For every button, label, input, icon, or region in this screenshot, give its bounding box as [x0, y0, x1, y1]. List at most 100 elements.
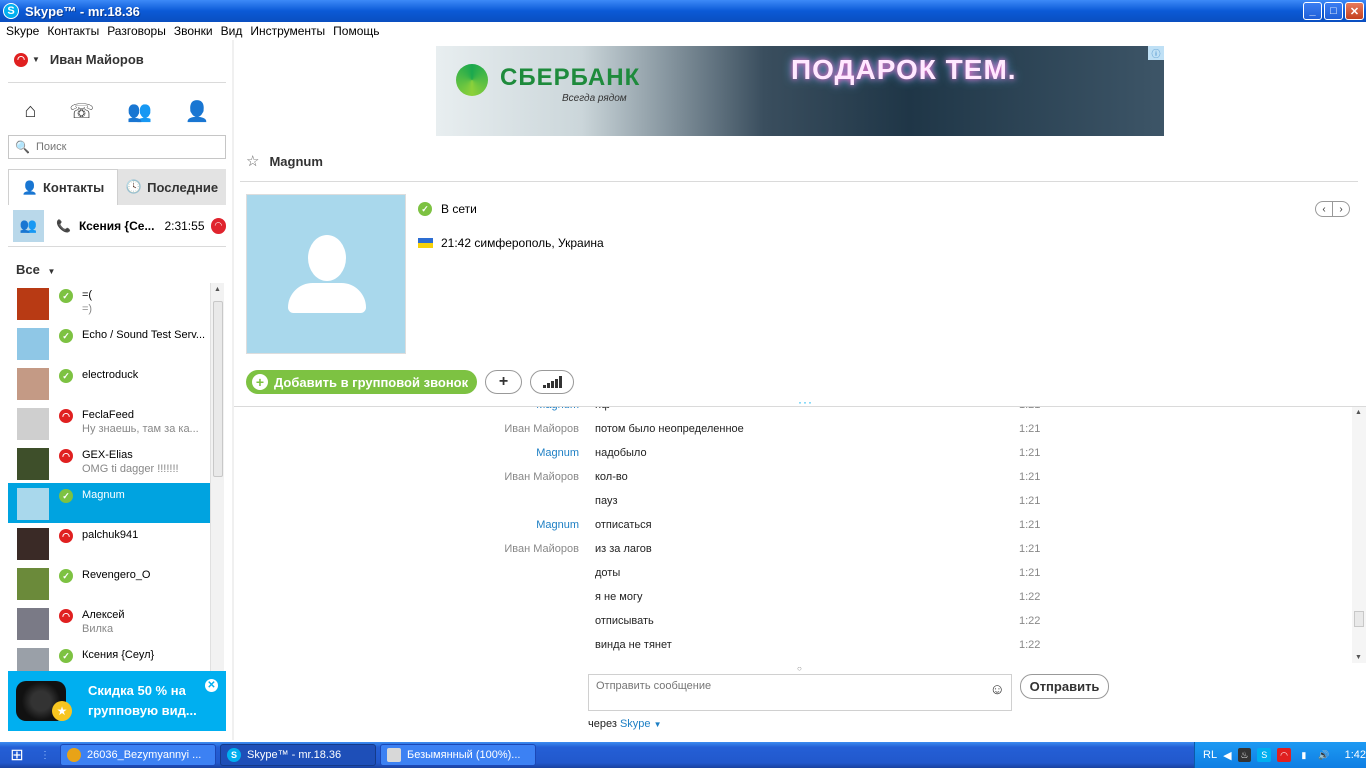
contact-tabs: 👤 Контакты 🕓 Последние	[8, 169, 226, 205]
contact-name: Magnum	[82, 489, 125, 501]
message-sender[interactable]: Иван Майоров	[504, 423, 579, 435]
status-caret-icon[interactable]: ▼	[32, 55, 40, 64]
online-status-icon: ✓	[59, 569, 73, 583]
taskbar-item-paint[interactable]: Безымянный (100%)...	[380, 744, 536, 766]
message-sender[interactable]: Иван Майоров	[504, 543, 579, 555]
add-button[interactable]: +	[485, 370, 522, 394]
menu-help[interactable]: Помощь	[329, 24, 383, 38]
contact-avatar	[246, 194, 406, 354]
message-sender[interactable]: Magnum	[536, 447, 579, 459]
promo-close-icon[interactable]: ✕	[205, 679, 218, 692]
message-scrollbar[interactable]: ▲ ▼	[1352, 407, 1366, 663]
add-to-group-call-button[interactable]: + Добавить в групповой звонок	[246, 370, 477, 394]
divider	[240, 181, 1358, 182]
start-button[interactable]: ⊞	[0, 742, 34, 768]
search-input[interactable]	[35, 141, 216, 153]
emoticon-icon[interactable]: ☺	[990, 681, 1005, 698]
scrollbar-thumb[interactable]	[1354, 611, 1364, 627]
sound-device-icon[interactable]: ▮	[1297, 748, 1311, 762]
contact-list-item[interactable]: ✓ =(=)	[8, 283, 210, 323]
contact-list-item[interactable]: ◠ palchuk941	[8, 523, 210, 563]
scroll-up-icon[interactable]: ▲	[214, 286, 221, 293]
clock[interactable]: 1:42	[1345, 749, 1366, 761]
taskbar-item-chrome[interactable]: 26036_Bezymyannyi ...	[60, 744, 216, 766]
taskbar-item-label: Безымянный (100%)...	[407, 749, 521, 761]
active-call-row[interactable]: 👥 📞 Ксения {Се... 2:31:55 ◠	[8, 205, 226, 247]
send-via[interactable]: через Skype ▼	[588, 718, 662, 730]
message-composer[interactable]: ☺	[588, 674, 1012, 711]
search-box[interactable]: 🔍	[8, 135, 226, 159]
via-service[interactable]: Skype	[620, 718, 651, 730]
chevron-down-icon[interactable]: ▼	[654, 720, 662, 729]
message-sender[interactable]: Magnum	[536, 407, 579, 411]
clock-icon: 🕓	[125, 179, 143, 194]
tray-arrow-icon[interactable]: ◀	[1223, 749, 1231, 762]
chevron-right-icon[interactable]: ›	[1333, 202, 1349, 216]
phone-icon[interactable]: ☏	[69, 99, 94, 124]
message-row: отписывать 1:22	[234, 615, 1352, 639]
scroll-up-icon[interactable]: ▲	[1355, 409, 1362, 416]
status-offline-icon[interactable]: ◠	[14, 52, 28, 67]
call-quality-button[interactable]	[530, 370, 574, 394]
contact-list-item[interactable]: ✓ electroduck	[8, 363, 210, 403]
add-contact-icon[interactable]: 👤	[185, 99, 210, 124]
menu-view[interactable]: Вид	[217, 24, 247, 38]
favorite-star-icon[interactable]: ☆	[246, 152, 259, 170]
contact-list-item[interactable]: ◠ Алексей Вилка	[8, 603, 210, 643]
contact-list-item[interactable]: ✓ Revengero_O	[8, 563, 210, 603]
menu-tools[interactable]: Инструменты	[246, 24, 329, 38]
message-sender[interactable]: Magnum	[536, 519, 579, 531]
contact-mood: Ну знаешь, там за ка...	[82, 423, 199, 435]
quicklaunch-grip-icon: ⋮	[40, 749, 50, 761]
steam-icon[interactable]: ♨	[1237, 748, 1252, 762]
chrome-icon	[67, 748, 81, 762]
hangup-icon[interactable]: ◠	[210, 217, 226, 234]
minimize-button[interactable]: _	[1303, 2, 1322, 20]
promo-banner[interactable]: ★ Скидка 50 % на групповую вид... ✕	[8, 671, 226, 731]
star-icon: ★	[52, 701, 72, 721]
close-button[interactable]: ✕	[1345, 2, 1364, 20]
maximize-button[interactable]: □	[1324, 2, 1343, 20]
user-name[interactable]: Иван Майоров	[50, 52, 144, 67]
contact-list-item[interactable]: ✓ Magnum	[8, 483, 210, 523]
message-sender[interactable]: Иван Майоров	[504, 471, 579, 483]
language-indicator[interactable]: RL	[1203, 749, 1217, 761]
contact-list-item[interactable]: ✓ Echo / Sound Test Serv...	[8, 323, 210, 363]
message-row: Magnum нф 1:21	[234, 407, 1352, 423]
home-icon[interactable]: ⌂	[24, 100, 36, 123]
menu-conversations[interactable]: Разговоры	[103, 24, 170, 38]
contacts-filter[interactable]: Все ▼	[16, 262, 55, 277]
menu-calls[interactable]: Звонки	[170, 24, 217, 38]
offline-status-icon: ◠	[59, 449, 73, 463]
scroll-down-icon[interactable]: ▼	[1355, 654, 1362, 661]
promo-line-1: Скидка 50 % на	[88, 683, 186, 698]
ad-banner[interactable]: СБЕРБАНК Всегда рядом ПОДАРОК ТЕМ. ⓘ	[436, 46, 1164, 136]
send-button[interactable]: Отправить	[1020, 674, 1109, 699]
contact-list-item[interactable]: ◠ FeclaFeed Ну знаешь, там за ка...	[8, 403, 210, 443]
contact-list-scrollbar[interactable]: ▲ ▼	[210, 283, 224, 703]
message-input[interactable]	[596, 680, 976, 702]
ad-info-icon[interactable]: ⓘ	[1148, 46, 1164, 60]
menu-skype[interactable]: Skype	[2, 24, 43, 38]
chevron-left-icon[interactable]: ‹	[1316, 202, 1333, 216]
scrollbar-thumb[interactable]	[213, 301, 223, 477]
message-row: Иван Майоров кол-во 1:21	[234, 471, 1352, 495]
message-time: 1:22	[1019, 615, 1041, 627]
contact-list-item[interactable]: ◠ GEX-Elias OMG ti dagger !!!!!!!	[8, 443, 210, 483]
tab-recent[interactable]: 🕓 Последние	[118, 169, 226, 205]
message-row: винда не тянет 1:22	[234, 639, 1352, 663]
skype-status-icon[interactable]: ◠	[1277, 748, 1291, 762]
user-profile[interactable]: ◠ ▼ Иван Майоров	[14, 52, 144, 67]
taskbar-item-skype[interactable]: S Skype™ - mr.18.36	[220, 744, 376, 766]
phone-icon: 📞	[56, 218, 71, 233]
skype-tray-icon[interactable]: S	[1257, 748, 1272, 762]
message-time: 1:21	[1019, 423, 1041, 435]
menu-contacts[interactable]: Контакты	[43, 24, 103, 38]
tab-contacts[interactable]: 👤 Контакты	[8, 169, 118, 205]
composer-resize-icon[interactable]: ○	[797, 664, 802, 673]
contact-text: =(=)	[82, 288, 207, 316]
volume-icon[interactable]: 🔊	[1317, 748, 1331, 762]
avatar	[17, 408, 49, 440]
group-icon[interactable]: 👥	[127, 99, 152, 124]
message-history: Magnum нф 1:21 Иван Майоров потом было неопр…	[234, 407, 1352, 663]
